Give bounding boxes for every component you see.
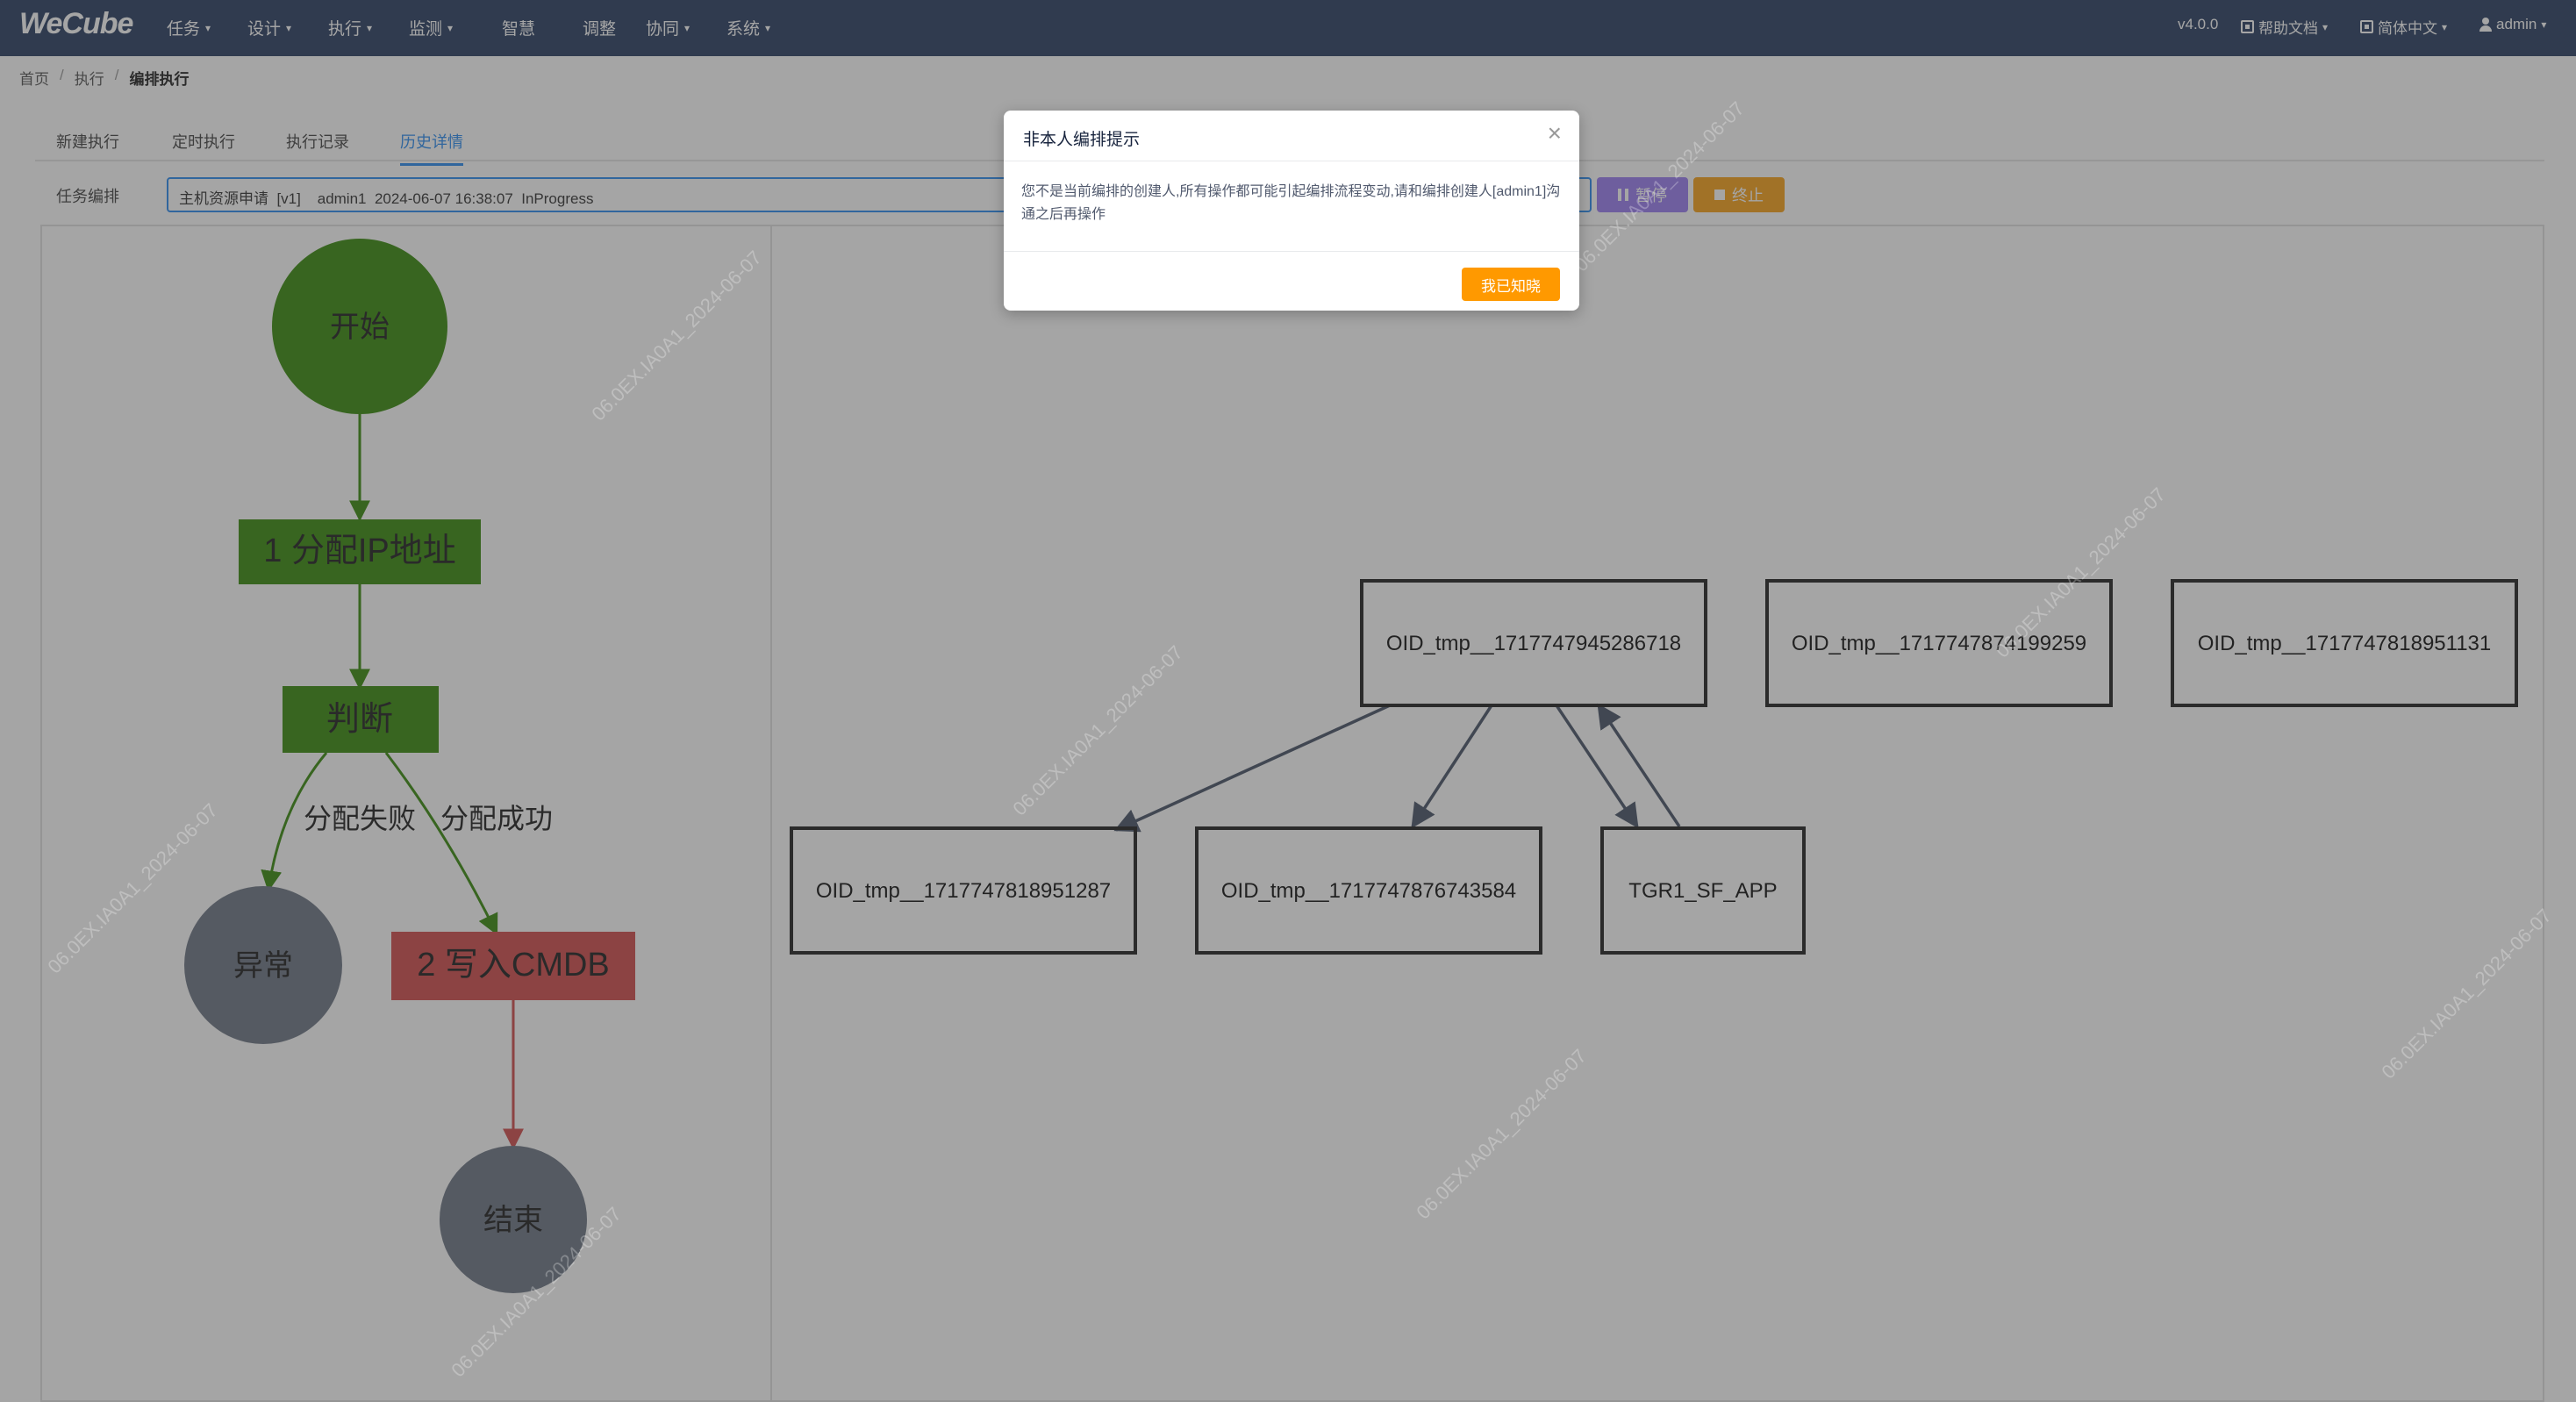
acknowledge-button[interactable]: 我已知晓 bbox=[1462, 268, 1560, 301]
modal-header: 非本人编排提示 × bbox=[1004, 111, 1579, 161]
modal-message: 您不是当前编排的创建人,所有操作都可能引起编排流程变动,请和编排创建人[admi… bbox=[1021, 184, 1561, 222]
close-icon[interactable]: × bbox=[1548, 121, 1562, 146]
non-owner-warning-modal: 非本人编排提示 × 您不是当前编排的创建人,所有操作都可能引起编排流程变动,请和… bbox=[1004, 111, 1579, 311]
modal-title: 非本人编排提示 bbox=[1023, 131, 1141, 149]
modal-footer: 我已知晓 bbox=[1004, 251, 1579, 311]
